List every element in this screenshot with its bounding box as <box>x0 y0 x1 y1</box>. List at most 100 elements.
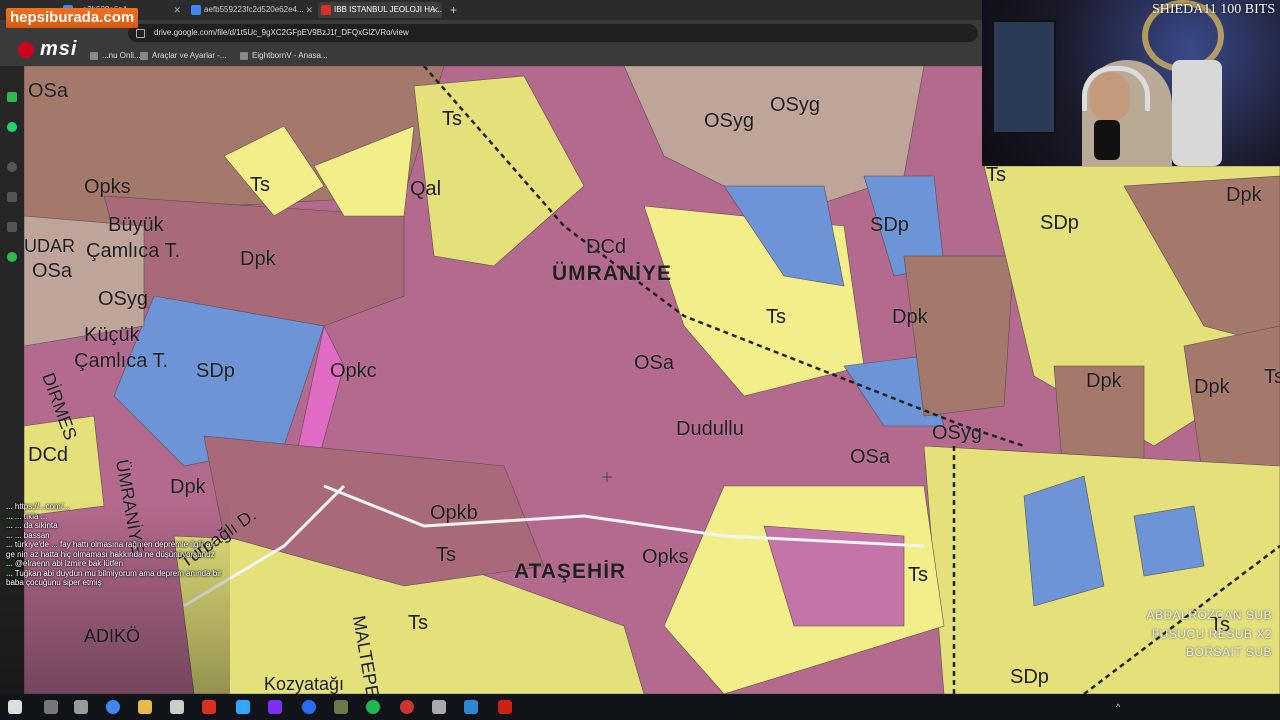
map-label-dudullu: Dudullu <box>676 418 744 440</box>
app-icon-2[interactable] <box>498 700 512 714</box>
map-label-sdp-br: SDp <box>1010 666 1049 688</box>
bookmark-2[interactable]: Araçlar ve Ayarlar -... <box>140 49 227 63</box>
unit-sdp-bottom-right-2 <box>1133 505 1205 577</box>
bookmark-3[interactable]: EightbornV - Anasa... <box>240 49 328 63</box>
map-label-camlica: Çamlıca T. <box>86 240 181 262</box>
close-icon[interactable]: ✕ <box>173 2 181 18</box>
stream-app-icon[interactable] <box>268 700 282 714</box>
new-tab-button[interactable]: + <box>450 2 457 18</box>
chat-message: ... ... bassan <box>6 531 224 541</box>
game-icon[interactable] <box>334 700 348 714</box>
map-label-kozyatagi: Kozyatağı <box>264 674 345 694</box>
spotify-icon[interactable] <box>366 700 380 714</box>
map-label-osa-r: OSa <box>850 446 891 468</box>
map-label-dpk-fr: Dpk <box>1226 184 1262 206</box>
background-monitor <box>992 20 1056 134</box>
chat-username: ... <box>6 540 13 549</box>
sub-alert: ABDALROZCAN SUB <box>1146 608 1272 622</box>
chat-message: ... ... tıkla ... <box>6 512 224 522</box>
download-icon[interactable] <box>7 192 17 202</box>
map-label-umraniye: ÜMRANİYE <box>552 262 673 285</box>
gaming-chair <box>1172 60 1222 166</box>
bookmark-label: Araçlar ve Ayarlar -... <box>152 51 227 60</box>
chat-text: ... bassan <box>14 530 50 540</box>
map-label-ts-2: Ts <box>250 174 270 196</box>
chat-text: Tuğkan abi duydun mu bilmiyorum ama depr… <box>6 568 222 588</box>
tray-chevron-icon[interactable]: ^ <box>1116 702 1120 712</box>
bookmark-1[interactable]: ...nu Onli... <box>90 49 141 63</box>
app-icon[interactable] <box>202 700 216 714</box>
map-label-dpk-l2: Dpk <box>170 476 206 498</box>
map-label-dcd-1: DCd <box>586 236 627 258</box>
map-label-qal: Qal <box>410 178 442 200</box>
map-label-kucuk: Küçük <box>84 324 140 346</box>
map-label-udar: UDAR <box>24 236 76 256</box>
folder-icon[interactable] <box>138 700 152 714</box>
map-label-atasehir: ATAŞEHİR <box>514 560 627 583</box>
url-text: drive.google.com/file/d/1t5Uc_9gXC2GFpEV… <box>154 28 409 37</box>
store-icon[interactable] <box>170 700 184 714</box>
map-label-opks-c: Opks <box>642 546 689 568</box>
map-label-osa-l: OSa <box>32 260 73 282</box>
map-label-sdp-l: SDp <box>196 360 235 382</box>
map-label-ts-r: Ts <box>986 164 1006 186</box>
telegram-icon[interactable] <box>464 700 478 714</box>
map-label-opkc: Opkc <box>330 360 377 382</box>
obs-icon[interactable] <box>400 700 414 714</box>
tab-label: IBB ISTANBUL JEOLOJI HA... <box>334 5 442 14</box>
map-label-sdp-top: SDp <box>870 214 909 236</box>
map-label-osa-tl: OSa <box>28 80 69 102</box>
extension-icon[interactable] <box>7 222 17 232</box>
chat-message: ... türkiye'de ... fay hattı olmasına ra… <box>6 540 224 559</box>
chat-text: @elraenn abi izmire bak lütfen <box>14 559 124 568</box>
steam-icon[interactable] <box>302 700 316 714</box>
msi-text: msi <box>40 38 78 60</box>
settings-icon[interactable] <box>7 252 17 262</box>
bookmark-label: EightbornV - Anasa... <box>252 51 328 60</box>
messenger-icon[interactable] <box>7 92 17 102</box>
subscriber-alerts: ABDALROZCAN SUB FUSUCU RESUB X2 BORSAIT … <box>1144 606 1272 662</box>
map-label-ts-far: Ts <box>1264 366 1280 388</box>
hepsiburada-logo: hepsiburada.com <box>6 8 139 28</box>
chat-username: ... <box>6 502 13 511</box>
photoshop-icon[interactable] <box>236 700 250 714</box>
tab-3-active[interactable]: IBB ISTANBUL JEOLOJI HA... ✕ <box>318 2 442 18</box>
map-label-ts-5: Ts <box>908 564 928 586</box>
sub-alert: BORSAIT SUB <box>1186 645 1272 659</box>
whatsapp-icon[interactable] <box>7 122 17 132</box>
chat-username: ... <box>6 559 13 568</box>
bookmark-icon <box>140 52 148 60</box>
sub-alert: FUSUCU RESUB X2 <box>1151 626 1272 641</box>
tab-2[interactable]: aefb559223fc2d520e62e4... ✕ <box>188 2 316 18</box>
tab-favicon-icon <box>321 5 331 15</box>
close-icon[interactable]: ✕ <box>431 2 439 18</box>
close-icon[interactable]: ✕ <box>305 2 313 18</box>
search-icon[interactable] <box>44 700 58 714</box>
map-label-dpk-r3: Dpk <box>1194 376 1230 398</box>
map-label-dpk-1: Dpk <box>240 248 276 270</box>
map-label-opkb: Opkb <box>430 502 478 524</box>
map-label-sdp-fr: SDp <box>1040 212 1079 234</box>
history-icon[interactable] <box>7 162 17 172</box>
map-label-dpk-r2: Dpk <box>1086 370 1122 392</box>
settings-icon[interactable] <box>432 700 446 714</box>
chat-text: https://...com/... <box>14 502 70 511</box>
chrome-icon[interactable] <box>106 700 120 714</box>
task-view-icon[interactable] <box>74 700 88 714</box>
map-label-dpk-r: Dpk <box>892 306 928 328</box>
bookmark-icon <box>90 52 98 60</box>
chat-username: ... <box>6 511 13 521</box>
bits-alert: SHIEDA11 100 BITS <box>1152 2 1276 17</box>
url-field[interactable]: drive.google.com/file/d/1t5Uc_9gXC2GFpEV… <box>128 24 978 42</box>
microphone-icon <box>1094 120 1120 160</box>
chat-message: ... Tuğkan abi duydun mu bilmiyorum ama … <box>6 569 224 588</box>
map-label-osa-c: OSa <box>634 352 675 374</box>
lock-icon <box>136 29 145 38</box>
chat-username: ... <box>6 530 13 540</box>
map-label-ts-1: Ts <box>442 108 462 130</box>
map-label-dcd-l: DCd <box>28 444 69 466</box>
map-label-osyg-l: OSyg <box>98 288 149 310</box>
start-icon[interactable] <box>8 700 22 714</box>
map-label-opks-l: Opks <box>84 176 131 198</box>
chat-message: ... ... da sikinta <box>6 521 224 531</box>
